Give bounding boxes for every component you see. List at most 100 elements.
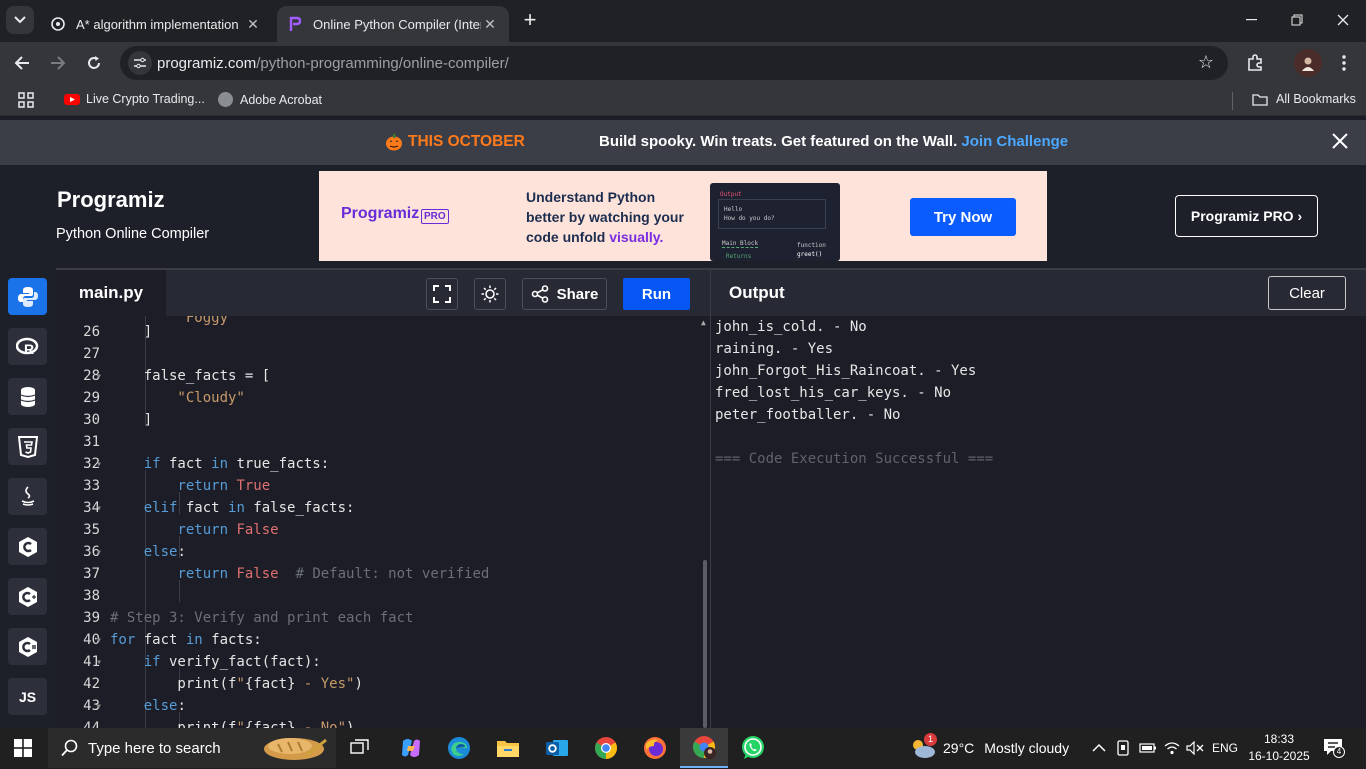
copilot-icon[interactable]: [397, 734, 425, 762]
lang-c[interactable]: [8, 528, 47, 565]
url-path: /python-programming/online-compiler/: [256, 55, 509, 72]
indent-guide: [179, 580, 180, 602]
search-icon: [61, 739, 78, 757]
try-now-button[interactable]: Try Now: [910, 198, 1016, 236]
fold-chevron-icon[interactable]: ▾: [96, 371, 102, 382]
code-line: if fact in true_facts:: [143, 456, 330, 472]
forward-button[interactable]: [46, 51, 70, 75]
close-icon[interactable]: ✕: [244, 15, 262, 33]
fold-chevron-icon[interactable]: ▾: [96, 635, 102, 646]
whatsapp-icon[interactable]: [739, 734, 767, 762]
divider: [1232, 92, 1233, 110]
weather-widget[interactable]: 1 29°C Mostly cloudy: [910, 728, 1069, 768]
windows-start-icon[interactable]: [14, 739, 32, 762]
input-language[interactable]: ENG: [1212, 728, 1238, 768]
scroll-up-arrow-icon[interactable]: ▲: [701, 318, 706, 327]
new-tab-button[interactable]: +: [518, 9, 542, 32]
fold-chevron-icon[interactable]: ▾: [96, 503, 102, 514]
firefox-icon[interactable]: [641, 734, 669, 762]
outlook-icon[interactable]: [543, 734, 571, 762]
editor-toolbar: main.py Share Run: [56, 268, 710, 316]
html5-icon: [17, 435, 38, 458]
editor-scrollbar[interactable]: [703, 560, 707, 728]
lang-csharp[interactable]: [8, 628, 47, 665]
lang-java[interactable]: [8, 478, 47, 515]
run-button[interactable]: Run: [623, 278, 690, 310]
join-challenge-link[interactable]: Join Challenge: [961, 133, 1068, 150]
programiz-favicon-icon: [287, 16, 303, 32]
code-line: ]: [110, 324, 153, 340]
minimize-button[interactable]: [1228, 0, 1274, 40]
bookmark-star-icon[interactable]: ☆: [1198, 52, 1214, 73]
lang-python[interactable]: [8, 278, 47, 315]
notification-center[interactable]: 4: [1323, 728, 1345, 768]
address-bar[interactable]: programiz.com/python-programming/online-…: [120, 46, 1228, 80]
close-banner-button[interactable]: [1332, 133, 1348, 154]
battery-icon[interactable]: [1139, 728, 1157, 768]
edge-icon[interactable]: [445, 734, 473, 762]
line-number: 28: [83, 368, 100, 384]
show-hidden-icons[interactable]: [1092, 728, 1106, 768]
bookmark-crypto[interactable]: Live Crypto Trading...: [64, 92, 205, 106]
promo-highlight: THIS OCTOBER: [408, 133, 525, 150]
lang-js[interactable]: JS: [8, 678, 47, 715]
file-tab-main[interactable]: main.py: [56, 270, 166, 316]
programiz-pro-button[interactable]: Programiz PRO ›: [1175, 195, 1318, 237]
wifi-icon[interactable]: [1164, 728, 1180, 768]
reload-button[interactable]: [82, 51, 106, 75]
extensions-button[interactable]: [1243, 51, 1267, 75]
fullscreen-icon: [433, 285, 451, 303]
browser-tab-programiz[interactable]: Online Python Compiler (Interpreter) ✕: [277, 6, 509, 42]
lang-sql[interactable]: [8, 378, 47, 415]
share-button[interactable]: Share: [522, 278, 607, 310]
lang-r[interactable]: R: [8, 328, 47, 365]
fullscreen-button[interactable]: [426, 278, 458, 310]
code-line: return False # Default: not verified: [177, 566, 490, 582]
site-info-icon[interactable]: [128, 51, 152, 75]
apps-icon[interactable]: [18, 92, 34, 108]
meet-icon[interactable]: [1115, 728, 1131, 768]
browser-tab-astar[interactable]: A* algorithm implementation ✕: [40, 6, 272, 42]
ad-line3a: code unfold: [526, 229, 606, 245]
all-bookmarks[interactable]: All Bookmarks: [1252, 92, 1356, 106]
java-icon: [21, 485, 34, 506]
code-editor[interactable]: 26 27 28 ▾ 29 30 31 32 ▾ 33 34 ▾ 35 36 ▾ 37 38 39 40 ▾ 41 ▾ 42…: [56, 316, 710, 728]
fold-chevron-icon[interactable]: ▾: [96, 547, 102, 558]
fold-chevron-icon[interactable]: ▾: [96, 459, 102, 470]
tab-search-button[interactable]: [6, 6, 34, 34]
taskbar-search[interactable]: Type here to search: [48, 728, 336, 768]
close-window-button[interactable]: [1320, 0, 1366, 40]
chevron-down-icon: [14, 16, 26, 24]
chrome-icon[interactable]: [592, 734, 620, 762]
preview-call: greet(): [797, 251, 823, 258]
browser-menu-button[interactable]: [1332, 51, 1356, 75]
clock[interactable]: 18:33 16-10-2025: [1248, 728, 1309, 768]
fold-chevron-icon[interactable]: ▾: [96, 701, 102, 712]
volume-muted-icon[interactable]: [1186, 728, 1204, 768]
code-line: "Cloudy": [110, 390, 245, 406]
lang-html[interactable]: [8, 428, 47, 465]
close-icon[interactable]: ✕: [481, 15, 499, 33]
chrome-profile-icon[interactable]: [680, 728, 728, 768]
ad-line2: better by watching your: [526, 209, 684, 225]
cloud-sun-icon: 1: [910, 733, 937, 761]
programiz-logo[interactable]: Programiz: [57, 187, 165, 213]
ad-banner[interactable]: Programiz PRO Understand Python better b…: [319, 171, 1047, 261]
output-header: Output Clear: [710, 268, 1366, 316]
file-explorer-icon[interactable]: [494, 734, 522, 762]
profile-avatar[interactable]: [1294, 49, 1322, 77]
execution-status: === Code Execution Successful ===: [715, 451, 994, 467]
weather-desc: Mostly cloudy: [984, 740, 1070, 756]
output-line: fred_lost_his_car_keys. - No: [715, 385, 952, 401]
back-button[interactable]: [10, 51, 34, 75]
lang-cpp[interactable]: [8, 578, 47, 615]
theme-toggle-button[interactable]: [474, 278, 506, 310]
code-line: return True: [177, 478, 271, 494]
notification-count: 4: [1333, 746, 1345, 758]
task-view-icon[interactable]: [346, 734, 374, 762]
bookmark-adobe[interactable]: Adobe Acrobat: [218, 92, 322, 107]
bookmark-label: Live Crypto Trading...: [86, 92, 205, 106]
restore-button[interactable]: [1274, 0, 1320, 40]
clear-button[interactable]: Clear: [1268, 276, 1346, 310]
fold-chevron-icon[interactable]: ▾: [96, 657, 102, 668]
